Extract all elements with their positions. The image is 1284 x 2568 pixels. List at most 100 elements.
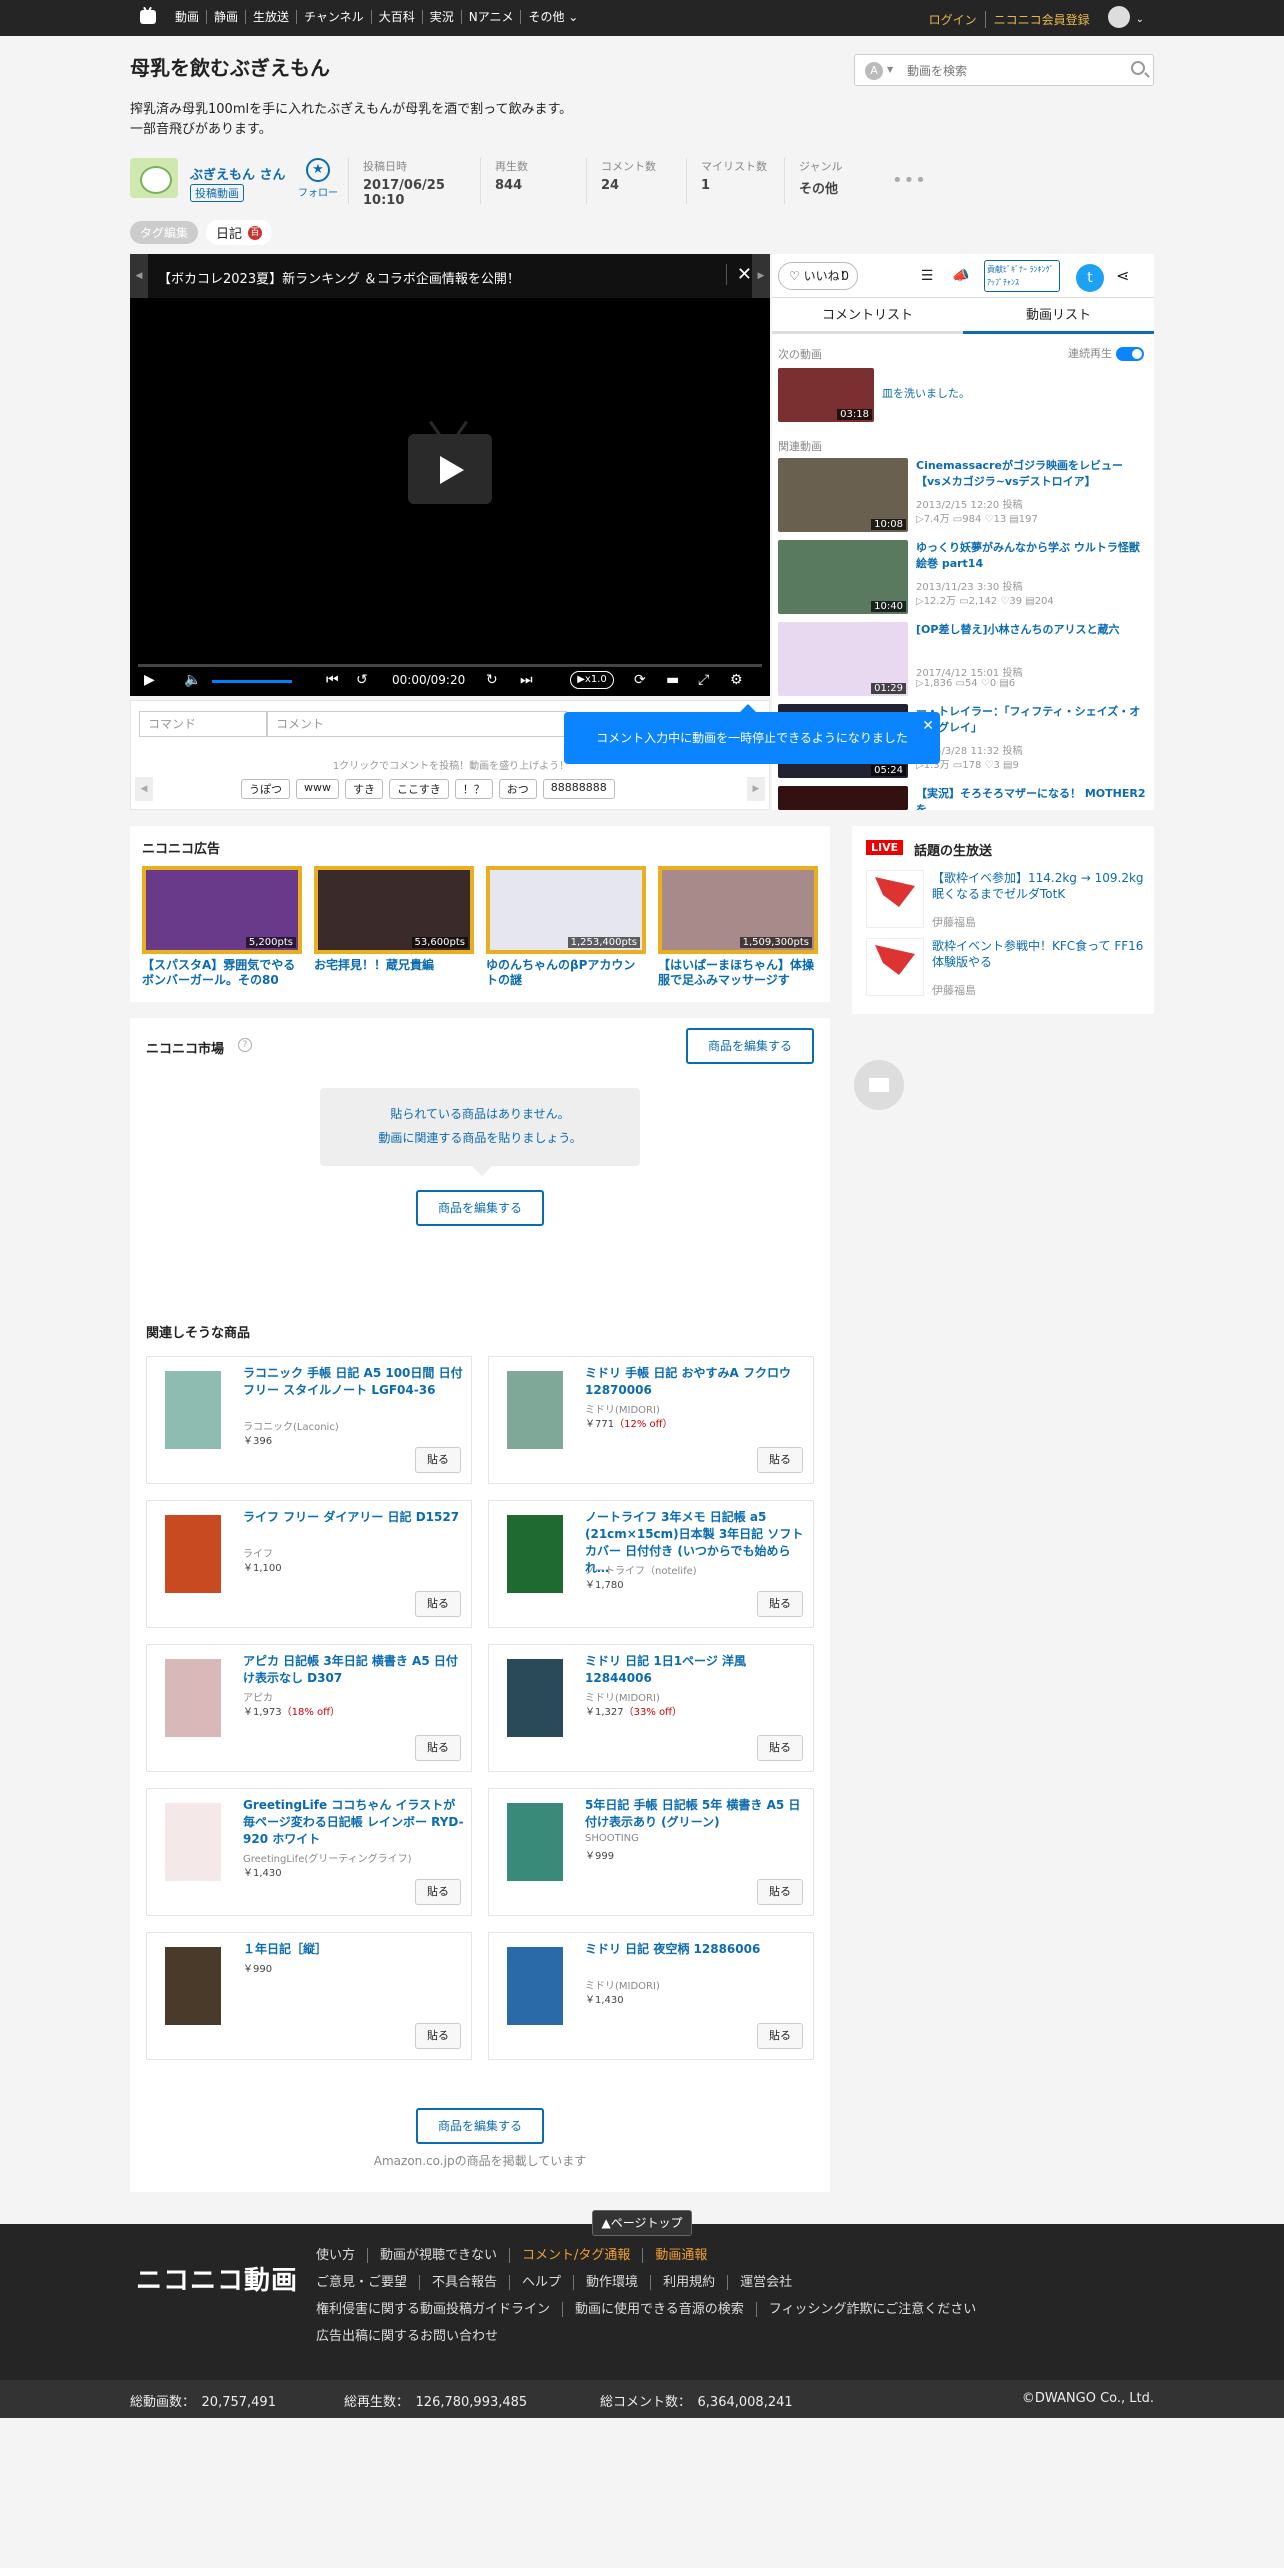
footer-link[interactable]: ヘルプ: [509, 2275, 573, 2290]
footer-link[interactable]: 権利侵害に関する動画投稿ガイドライン: [316, 2302, 562, 2317]
page-top-button[interactable]: ▲ページトップ: [592, 2210, 692, 2236]
twitter-icon[interactable]: t: [1076, 264, 1104, 292]
footer-link[interactable]: 運営会社: [727, 2275, 804, 2290]
video-thumbnail[interactable]: 10:08: [778, 458, 908, 532]
product-image[interactable]: [165, 1371, 221, 1449]
quick-comment-chip[interactable]: ここすき: [389, 779, 449, 799]
ad-item[interactable]: 1,509,300pts 【はいぱーまほちゃん】体操服で足ふみマッサージす: [658, 866, 818, 988]
paste-button[interactable]: 貼る: [415, 1735, 461, 1761]
ad-thumbnail[interactable]: 1,253,400pts: [486, 866, 646, 954]
nav-item-dic[interactable]: 大百科: [370, 10, 422, 24]
product-image[interactable]: [507, 1947, 563, 2025]
footer-link[interactable]: 利用規約: [650, 2275, 727, 2290]
loop-icon[interactable]: ⟳: [634, 672, 646, 688]
video-thumbnail[interactable]: [778, 786, 908, 810]
ad-thumbnail[interactable]: 1,509,300pts: [658, 866, 818, 954]
paste-button[interactable]: 貼る: [415, 1879, 461, 1905]
product-image[interactable]: [165, 1803, 221, 1881]
product-title[interactable]: アピカ 日記帳 3年日記 横書き A5 日付け表示なし D307: [243, 1653, 465, 1687]
ad-title[interactable]: お宅拝見！！蔵兄貴編: [314, 958, 474, 973]
search-input[interactable]: [907, 61, 1107, 81]
chevron-down-icon[interactable]: ▼: [887, 65, 893, 74]
nav-item-more[interactable]: その他 ⌄: [520, 10, 585, 24]
live-thumbnail[interactable]: [866, 870, 924, 928]
next-video-item[interactable]: 03:18 皿を洗いました。: [778, 368, 1148, 424]
footer-link[interactable]: 不具合報告: [419, 2275, 509, 2290]
product-title[interactable]: ライフ フリー ダイアリー 日記 D1527: [243, 1509, 465, 1526]
edit-goods-button[interactable]: 商品を編集する: [416, 2108, 544, 2144]
video-title[interactable]: ゆっくり妖夢がみんなから学ぶ ウルトラ怪獣絵巻 part14: [916, 540, 1146, 572]
comment-input[interactable]: コメント: [267, 711, 567, 737]
quick-comment-chip[interactable]: 88888888: [542, 779, 615, 799]
niconico-home-icon[interactable]: [140, 10, 156, 24]
ad-title[interactable]: ゆのんちゃんのβPアカウントの謎: [486, 958, 646, 988]
product-title[interactable]: ミドリ 日記 夜空柄 12886006: [585, 1941, 807, 1958]
uploader-name[interactable]: ぶぎえもん さん: [190, 164, 286, 183]
related-video-item[interactable]: 10:08 Cinemassacreがゴジラ映画をレビュー 【vsメカゴジラ~vs…: [778, 458, 1148, 534]
uploader-videos-link[interactable]: 投稿動画: [190, 184, 244, 202]
nicoad-icon[interactable]: 📣: [948, 264, 974, 288]
help-icon[interactable]: ?: [238, 1038, 252, 1052]
live-title[interactable]: 歌枠イベント参戦中！KFC食って FF16体験版やる: [932, 938, 1146, 970]
product-title[interactable]: １年日記［縦］: [243, 1941, 465, 1958]
nav-item-channel[interactable]: チャンネル: [296, 10, 371, 24]
command-input[interactable]: コマンド: [139, 711, 267, 737]
ad-title[interactable]: 【はいぱーまほちゃん】体操服で足ふみマッサージす: [658, 958, 818, 988]
more-menu-icon[interactable]: •••: [892, 170, 927, 191]
autoplay-toggle[interactable]: 連続再生: [1068, 345, 1144, 361]
footer-link[interactable]: フィッシング詐欺にご注意ください: [755, 2302, 988, 2317]
close-icon[interactable]: ✕: [922, 700, 934, 752]
uploader-icon[interactable]: [130, 158, 178, 198]
nav-item-jikkyo[interactable]: 実況: [421, 10, 461, 24]
product-image[interactable]: [507, 1659, 563, 1737]
toggle-switch[interactable]: [1116, 347, 1144, 361]
search-icon[interactable]: [1131, 61, 1145, 75]
paste-button[interactable]: 貼る: [415, 2023, 461, 2049]
footer-link[interactable]: ご意見・ご要望: [316, 2275, 419, 2290]
footer-logo[interactable]: ニコニコ動画: [136, 2260, 298, 2297]
like-button[interactable]: ♡ いいね！ 0: [778, 262, 858, 290]
tab-video-list[interactable]: 動画リスト: [963, 298, 1154, 334]
ad-item[interactable]: 5,200pts 【スパスタA】雰囲気でやるボンバーガール。その80: [142, 866, 302, 988]
product-title[interactable]: ミドリ 日記 1日1ページ 洋風 12844006: [585, 1653, 807, 1687]
edit-goods-button[interactable]: 商品を編集する: [416, 1190, 544, 1226]
paste-button[interactable]: 貼る: [757, 2023, 803, 2049]
product-title[interactable]: 5年日記 手帳 日記帳 5年 横書き A5 日付け表示あり (グリーン): [585, 1797, 807, 1831]
banner-text[interactable]: 【ボカコレ2023夏】新ランキング ＆コラボ企画情報を公開！: [158, 268, 520, 287]
search-mode-icon[interactable]: A: [865, 62, 883, 80]
footer-link[interactable]: コメント/タグ通報: [509, 2248, 642, 2263]
video-thumbnail[interactable]: 01:29: [778, 622, 908, 696]
quick-comment-chip[interactable]: おつ: [498, 779, 537, 799]
ad-title[interactable]: 【スパスタA】雰囲気でやるボンバーガール。その80: [142, 958, 302, 988]
footer-link[interactable]: 使い方: [316, 2248, 367, 2263]
product-image[interactable]: [507, 1803, 563, 1881]
video-thumbnail[interactable]: 10:40: [778, 540, 908, 614]
volume-slider[interactable]: [212, 680, 292, 683]
skip-next-icon[interactable]: ⏭: [520, 672, 533, 688]
video-player[interactable]: ◀ 【ボカコレ2023夏】新ランキング ＆コラボ企画情報を公開！ ✕ ▶ ▶ 🔈…: [130, 254, 770, 696]
register-link[interactable]: ニコニコ会員登録: [986, 11, 1090, 28]
play-icon[interactable]: ▶: [144, 672, 155, 688]
paste-button[interactable]: 貼る: [415, 1591, 461, 1617]
quick-comment-chip[interactable]: すき: [345, 779, 383, 799]
ad-item[interactable]: 53,600pts お宅拝見！！蔵兄貴編: [314, 866, 474, 973]
footer-link[interactable]: 動作環境: [573, 2275, 650, 2290]
related-video-item[interactable]: 【実況】そろそろマザーになる！ MOTHER2を: [778, 786, 1148, 810]
live-item[interactable]: 【歌枠イベ参加】114.2kg → 109.2kg 眠くなるまでゼルダTotK …: [866, 870, 1148, 930]
product-title[interactable]: GreetingLife ココちゃん イラストが毎ページ変わる日記帳 レインボー…: [243, 1797, 465, 1848]
quick-comment-chip[interactable]: ！？: [454, 779, 493, 799]
genre-link[interactable]: その他: [799, 178, 874, 197]
ad-thumbnail[interactable]: 5,200pts: [142, 866, 302, 954]
comment-toggle-icon[interactable]: ▬: [666, 672, 679, 688]
ad-thumbnail[interactable]: 53,600pts: [314, 866, 474, 954]
seek-bar[interactable]: [138, 664, 762, 667]
close-icon[interactable]: ✕: [725, 264, 752, 285]
paste-button[interactable]: 貼る: [757, 1447, 803, 1473]
related-video-item[interactable]: 01:29 [OP差し替え]小林さんちのアリスと蔵六 2017/4/12 15:01…: [778, 622, 1148, 698]
footer-link[interactable]: 動画に使用できる音源の検索: [562, 2302, 756, 2317]
ranking-chance-button[interactable]: 貢献ﾋﾞｷﾞﾅｰ ﾗﾝｷﾝｸﾞｱｯﾌﾟﾁｬﾝｽ: [984, 260, 1060, 292]
avatar[interactable]: [1107, 6, 1130, 28]
video-title[interactable]: 【実況】そろそろマザーになる！ MOTHER2を: [916, 786, 1146, 810]
fullscreen-icon[interactable]: ⤢: [698, 672, 709, 688]
paste-button[interactable]: 貼る: [415, 1447, 461, 1473]
